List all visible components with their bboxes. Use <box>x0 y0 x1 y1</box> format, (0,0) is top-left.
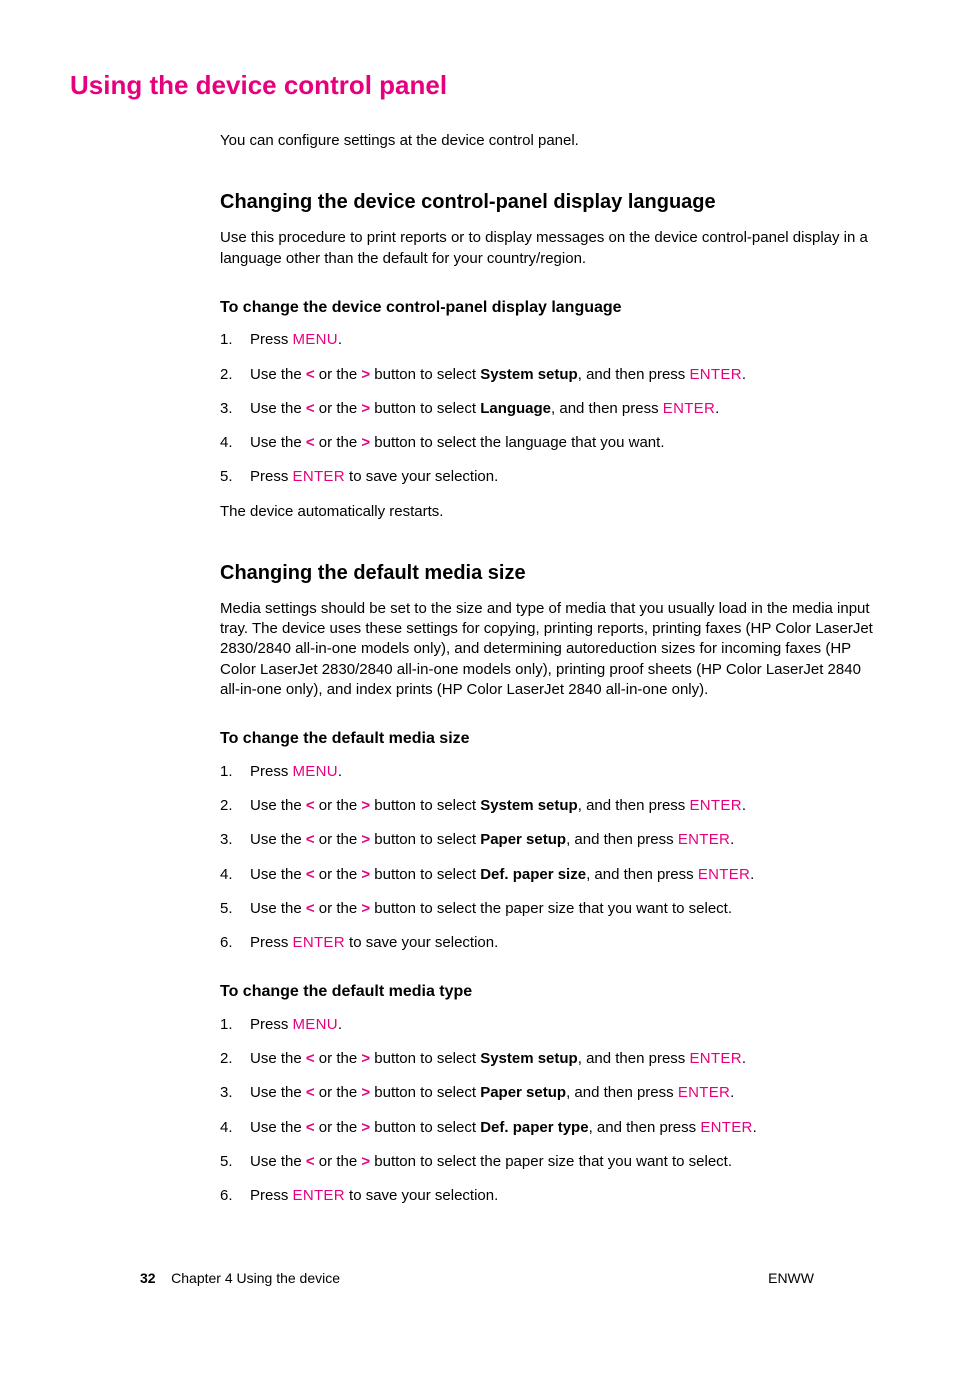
step: Use the < or the > button to select Def.… <box>220 1118 884 1138</box>
key-enter: Enter <box>700 1119 752 1136</box>
procedure-list: Press Menu. Use the < or the > button to… <box>220 1015 884 1207</box>
left-arrow-icon: < <box>306 434 315 451</box>
key-enter: Enter <box>293 934 345 951</box>
step: Press Enter to save your selection. <box>220 933 884 953</box>
right-arrow-icon: > <box>361 797 370 814</box>
key-enter: Enter <box>689 797 741 814</box>
step: Use the < or the > button to select Lang… <box>220 399 884 419</box>
page-title: Using the device control panel <box>70 68 884 103</box>
step: Use the < or the > button to select the … <box>220 433 884 453</box>
step: Use the < or the > button to select Syst… <box>220 365 884 385</box>
step: Press Menu. <box>220 330 884 350</box>
key-enter: Enter <box>293 468 345 485</box>
left-arrow-icon: < <box>306 400 315 417</box>
right-arrow-icon: > <box>361 866 370 883</box>
key-menu: Menu <box>293 1016 338 1033</box>
step: Use the < or the > button to select Syst… <box>220 796 884 816</box>
step: Use the < or the > button to select Pape… <box>220 1083 884 1103</box>
key-menu: Menu <box>293 331 338 348</box>
language-code: ENWW <box>768 1269 814 1288</box>
left-arrow-icon: < <box>306 1153 315 1170</box>
step: Press Enter to save your selection. <box>220 467 884 487</box>
section-heading-language: Changing the device control-panel displa… <box>220 189 884 216</box>
right-arrow-icon: > <box>361 900 370 917</box>
left-arrow-icon: < <box>306 1050 315 1067</box>
right-arrow-icon: > <box>361 1119 370 1136</box>
key-enter: Enter <box>689 366 741 383</box>
left-arrow-icon: < <box>306 866 315 883</box>
right-arrow-icon: > <box>361 1153 370 1170</box>
key-enter: Enter <box>689 1050 741 1067</box>
step: Press Enter to save your selection. <box>220 1186 884 1206</box>
page-footer: 32 Chapter 4 Using the device ENWW <box>140 1269 814 1288</box>
right-arrow-icon: > <box>361 1050 370 1067</box>
step: Use the < or the > button to select Pape… <box>220 830 884 850</box>
chapter-label: Chapter 4 Using the device <box>171 1270 340 1286</box>
subsection-heading: To change the default media size <box>220 728 884 750</box>
left-arrow-icon: < <box>306 900 315 917</box>
section-body: Use this procedure to print reports or t… <box>220 228 884 269</box>
left-arrow-icon: < <box>306 1119 315 1136</box>
subsection-heading: To change the device control-panel displ… <box>220 297 884 319</box>
key-enter: Enter <box>293 1187 345 1204</box>
left-arrow-icon: < <box>306 1084 315 1101</box>
right-arrow-icon: > <box>361 400 370 417</box>
right-arrow-icon: > <box>361 434 370 451</box>
step: Use the < or the > button to select Syst… <box>220 1049 884 1069</box>
step: Use the < or the > button to select the … <box>220 1152 884 1172</box>
step: Press Menu. <box>220 762 884 782</box>
key-menu: Menu <box>293 763 338 780</box>
procedure-list: Press Menu. Use the < or the > button to… <box>220 762 884 954</box>
intro-text: You can configure settings at the device… <box>220 131 884 151</box>
step: Use the < or the > button to select the … <box>220 899 884 919</box>
key-enter: Enter <box>698 866 750 883</box>
step: Press Menu. <box>220 1015 884 1035</box>
right-arrow-icon: > <box>361 1084 370 1101</box>
content-body: You can configure settings at the device… <box>220 131 884 1206</box>
note-text: The device automatically restarts. <box>220 502 884 522</box>
procedure-list: Press Menu. Use the < or the > button to… <box>220 330 884 487</box>
key-enter: Enter <box>678 831 730 848</box>
right-arrow-icon: > <box>361 831 370 848</box>
left-arrow-icon: < <box>306 366 315 383</box>
step: Use the < or the > button to select Def.… <box>220 865 884 885</box>
key-enter: Enter <box>678 1084 730 1101</box>
page-number: 32 <box>140 1270 156 1286</box>
left-arrow-icon: < <box>306 797 315 814</box>
key-enter: Enter <box>663 400 715 417</box>
right-arrow-icon: > <box>361 366 370 383</box>
subsection-heading: To change the default media type <box>220 981 884 1003</box>
left-arrow-icon: < <box>306 831 315 848</box>
section-heading-media: Changing the default media size <box>220 560 884 587</box>
section-body: Media settings should be set to the size… <box>220 599 884 700</box>
